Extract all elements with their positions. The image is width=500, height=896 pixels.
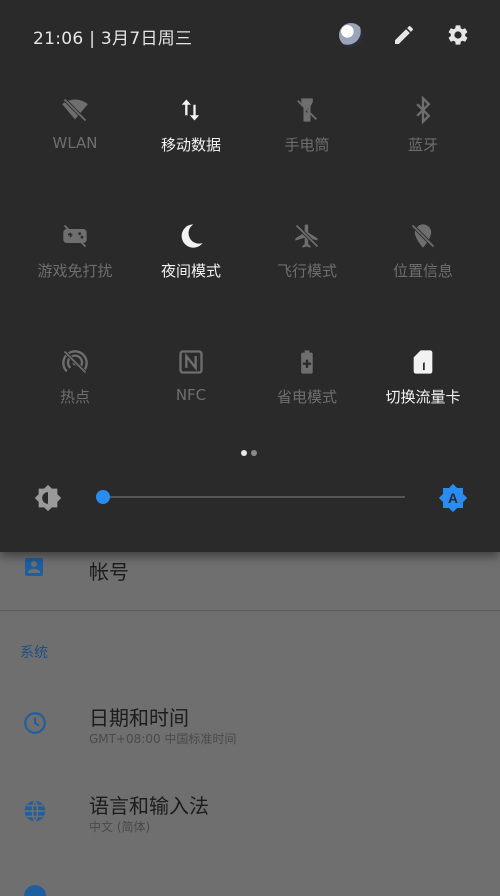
edit-icon[interactable] — [392, 23, 416, 47]
nfc-icon — [179, 350, 203, 374]
row-title: 日期和时间 — [89, 706, 189, 730]
clock-icon — [24, 712, 46, 734]
tile-hotspot[interactable]: 热点 — [17, 348, 133, 434]
tile-label: 游戏免打扰 — [37, 262, 113, 280]
partial-row-icon — [24, 885, 46, 896]
row-title: 帐号 — [89, 560, 129, 584]
brightness-slider-thumb[interactable] — [96, 490, 110, 504]
tile-label: 飞行模式 — [276, 262, 337, 280]
row-subtitle: GMT+08:00 中国标准时间 — [89, 732, 237, 746]
location-off-icon — [411, 224, 435, 248]
row-subtitle: 中文 (简体) — [89, 820, 151, 834]
auto-brightness-label: A — [448, 491, 458, 506]
brightness-low-icon — [34, 484, 62, 512]
airplane-icon — [295, 224, 319, 248]
battery-saver-icon — [301, 350, 313, 374]
tile-switch-sim[interactable]: 切换流量卡 — [365, 348, 481, 434]
auto-brightness-icon[interactable]: A — [438, 483, 468, 513]
tile-label: WLAN — [52, 134, 98, 152]
tile-airplane-mode[interactable]: 飞行模式 — [249, 222, 365, 308]
tile-battery-saver[interactable]: 省电模式 — [249, 348, 365, 434]
tile-night-mode[interactable]: 夜间模式 — [133, 222, 249, 308]
account-icon — [25, 558, 43, 576]
mobile-data-icon — [181, 99, 200, 121]
brightness-slider[interactable] — [103, 496, 405, 498]
tile-nfc[interactable]: NFC — [133, 348, 249, 434]
hotspot-icon — [62, 350, 88, 374]
settings-row-account[interactable]: 帐号 — [0, 552, 500, 610]
settings-icon[interactable] — [446, 23, 470, 47]
globe-icon — [24, 800, 46, 822]
tile-wlan[interactable]: WLAN — [17, 96, 133, 182]
bluetooth-icon — [416, 96, 431, 124]
game-dnd-icon — [63, 224, 87, 248]
wifi-off-icon — [62, 98, 88, 122]
row-title: 语言和输入法 — [89, 794, 209, 818]
tile-game-dnd[interactable]: 游戏免打扰 — [17, 222, 133, 308]
moon-icon — [181, 224, 203, 248]
time-date: 21:06 | 3月7日周三 — [33, 29, 193, 49]
settings-row-language[interactable]: 语言和输入法 中文 (简体) — [0, 774, 500, 846]
tile-label: 移动数据 — [160, 136, 221, 154]
tile-label: 省电模式 — [276, 388, 337, 406]
settings-list: 帐号 系统 日期和时间 GMT+08:00 中国标准时间 语言和输入法 中文 (… — [0, 552, 500, 896]
tile-label: 夜间模式 — [160, 262, 221, 280]
tile-mobile-data[interactable]: 移动数据 — [133, 96, 249, 182]
tile-label: 热点 — [59, 388, 90, 406]
user-avatar[interactable] — [339, 23, 363, 47]
tile-bluetooth[interactable]: 蓝牙 — [365, 96, 481, 182]
tile-label: 蓝牙 — [407, 136, 438, 154]
section-header: 系统 — [20, 645, 48, 661]
tile-label: 手电筒 — [284, 136, 330, 154]
status-bar: 21:06 | 3月7日周三 — [0, 0, 500, 72]
tile-label: 切换流量卡 — [385, 388, 461, 406]
quick-settings-panel: 21:06 | 3月7日周三 WLAN 移动数据 手电筒 蓝牙 游戏免打扰 夜间… — [0, 0, 500, 552]
page-dot-active — [241, 450, 247, 456]
page-indicator — [241, 441, 261, 460]
settings-row-date-time[interactable]: 日期和时间 GMT+08:00 中国标准时间 — [0, 686, 500, 758]
tile-location[interactable]: 位置信息 — [365, 222, 481, 308]
page-dot[interactable] — [251, 450, 257, 456]
sim-card-icon — [413, 350, 433, 374]
tile-label: NFC — [175, 386, 207, 404]
divider — [0, 610, 500, 611]
flashlight-icon — [297, 98, 317, 122]
tile-label: 位置信息 — [392, 262, 453, 280]
tile-flashlight[interactable]: 手电筒 — [249, 96, 365, 182]
